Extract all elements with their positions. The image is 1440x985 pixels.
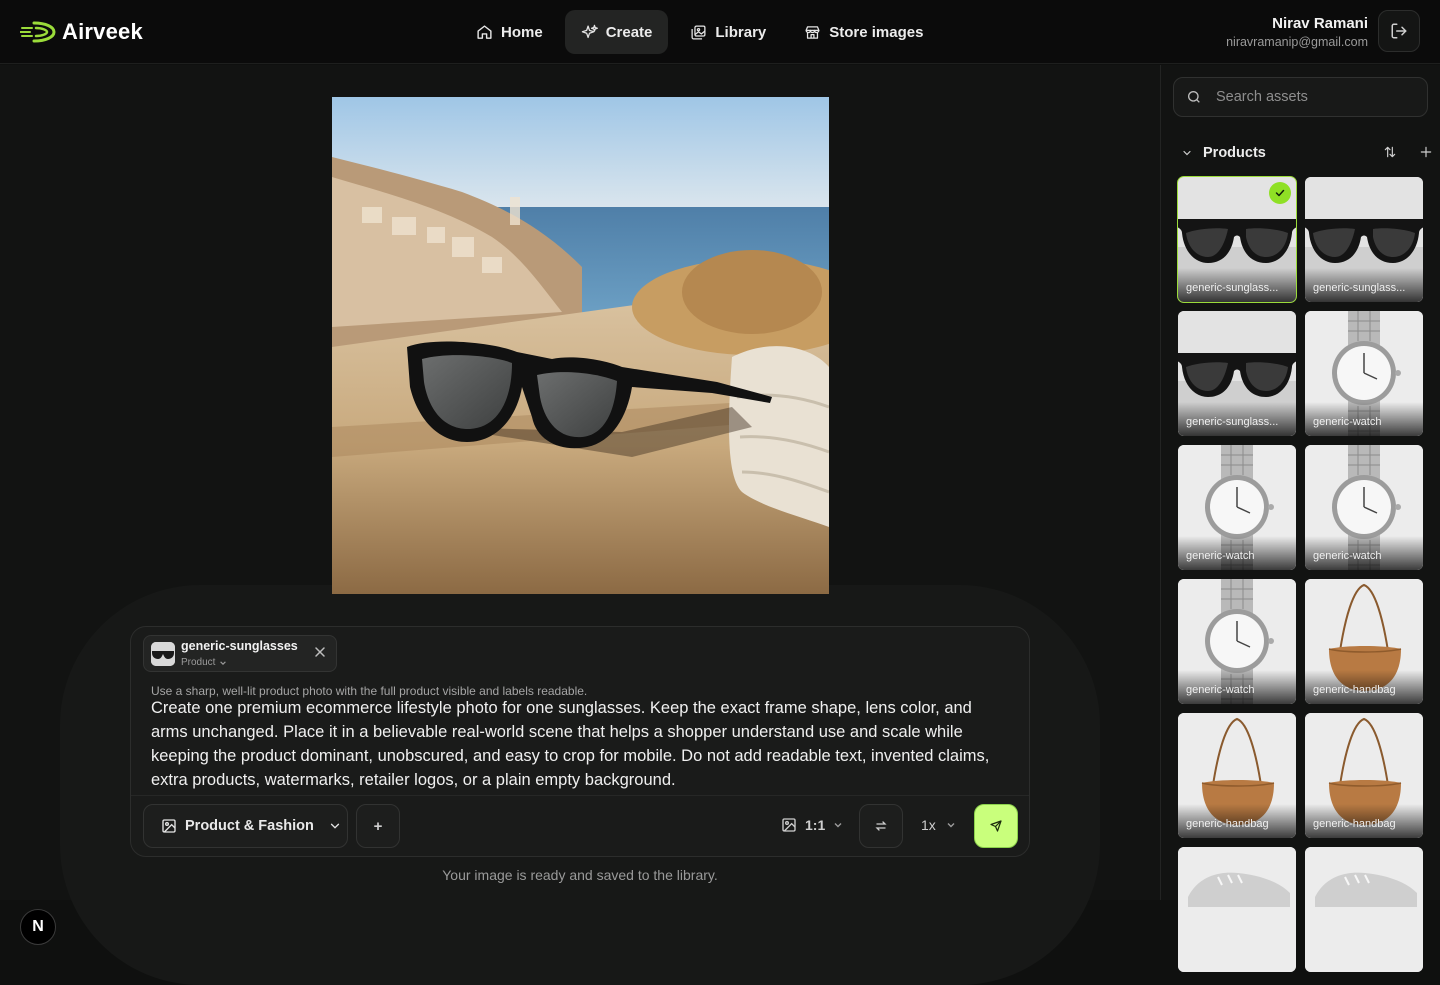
asset-caption: generic-handbag [1305, 804, 1423, 838]
logout-icon [1391, 23, 1407, 39]
send-icon [990, 820, 1002, 832]
asset-name: generic-sunglass... [1313, 282, 1406, 294]
asset-tile[interactable]: generic-watch [1178, 579, 1296, 704]
user-name: Nirav Ramani [1272, 15, 1368, 32]
nav-create-label: Create [605, 23, 653, 41]
asset-tile[interactable]: generic-sunglass... [1178, 311, 1296, 436]
product-chip-thumbnail [151, 641, 175, 666]
brand-name: Airveek [62, 19, 143, 44]
search-icon [1188, 91, 1200, 103]
asset-search[interactable] [1173, 77, 1428, 117]
asset-tile[interactable]: generic-watch [1305, 445, 1423, 570]
chevron-down-icon [947, 823, 955, 828]
nav-home[interactable]: Home [460, 10, 559, 54]
add-attachment-button[interactable]: + [356, 804, 400, 848]
image-icon [162, 819, 176, 833]
output-count-value: 1x [921, 817, 936, 833]
product-chip-type[interactable]: Product [181, 657, 227, 668]
product-chip[interactable]: generic-sunglasses Product [143, 635, 337, 672]
nav-store-images[interactable]: Store images [788, 10, 939, 54]
asset-tile[interactable]: generic-sunglass... [1177, 176, 1297, 303]
top-bar: Airveek Home Create Library Store images… [0, 0, 1440, 64]
home-icon [477, 24, 492, 39]
sort-icon[interactable] [1383, 145, 1397, 159]
generated-image-art [332, 97, 829, 594]
asset-caption: generic-watch [1305, 536, 1423, 570]
main-canvas: generic-sunglasses Product Use a sharp, … [0, 65, 1160, 985]
asset-tile[interactable] [1305, 847, 1423, 972]
check-icon [1269, 182, 1291, 204]
send-button[interactable] [974, 804, 1018, 848]
product-chip-type-label: Product [181, 657, 216, 668]
asset-caption: generic-handbag [1178, 804, 1296, 838]
asset-caption: generic-handbag [1305, 670, 1423, 704]
library-icon [691, 24, 706, 40]
search-input[interactable] [1216, 89, 1406, 105]
composer-divider [131, 795, 1029, 796]
image-icon [782, 818, 796, 832]
asset-tile[interactable]: generic-watch [1305, 311, 1423, 436]
asset-tile[interactable]: generic-handbag [1305, 579, 1423, 704]
prompt-composer: generic-sunglasses Product Use a sharp, … [130, 626, 1030, 857]
main-nav: Home Create Library Store images [460, 10, 939, 54]
nav-library-label: Library [715, 23, 767, 41]
chevron-down-icon [1183, 150, 1191, 156]
logout-button[interactable] [1378, 10, 1420, 52]
chevron-down-icon [834, 823, 842, 828]
plus-icon[interactable] [1419, 145, 1433, 159]
prompt-input[interactable]: Create one premium ecommerce lifestyle p… [151, 696, 1011, 792]
plus-icon: + [373, 817, 383, 835]
output-count-select[interactable]: 1x [921, 817, 956, 833]
asset-name: generic-watch [1313, 550, 1382, 562]
store-icon [805, 25, 820, 39]
nav-library[interactable]: Library [674, 10, 782, 54]
products-section-label: Products [1203, 145, 1266, 161]
asset-tile[interactable] [1178, 847, 1296, 972]
asset-name: generic-handbag [1313, 684, 1396, 696]
logo-mark-icon [20, 21, 56, 43]
user-info: Nirav Ramani niravramanip@gmail.com [1226, 15, 1368, 49]
nav-create[interactable]: Create [564, 10, 669, 54]
nav-home-label: Home [501, 23, 543, 41]
asset-caption: generic-sunglass... [1305, 268, 1423, 302]
chevron-down-icon [220, 660, 227, 665]
asset-caption: generic-watch [1178, 536, 1296, 570]
assets-sidebar: Products generic-sunglass...generic-sung… [1160, 65, 1440, 972]
swap-button[interactable] [859, 804, 903, 848]
status-message: Your image is ready and saved to the lib… [442, 867, 718, 883]
asset-tile[interactable]: generic-handbag [1305, 713, 1423, 838]
asset-name: generic-watch [1313, 416, 1382, 428]
asset-tile[interactable]: generic-sunglass... [1305, 177, 1423, 302]
brand-logo[interactable]: Airveek [20, 19, 143, 45]
dev-badge[interactable]: N [20, 909, 56, 945]
aspect-ratio-select[interactable]: 1:1 [781, 817, 843, 833]
close-icon[interactable] [314, 646, 326, 658]
aspect-ratio-value: 1:1 [805, 817, 826, 833]
asset-name: generic-sunglass... [1186, 282, 1279, 294]
asset-caption: generic-sunglass... [1178, 402, 1296, 436]
asset-caption: generic-watch [1178, 670, 1296, 704]
user-email: niravramanip@gmail.com [1226, 35, 1368, 49]
asset-name: generic-handbag [1313, 818, 1396, 830]
sparkles-icon [581, 24, 598, 38]
asset-grid: generic-sunglass... generic-sunglass... ge… [1177, 176, 1426, 972]
asset-tile[interactable]: generic-watch [1178, 445, 1296, 570]
asset-name: generic-watch [1186, 684, 1255, 696]
asset-name: generic-handbag [1186, 818, 1269, 830]
swap-icon [875, 821, 887, 831]
asset-caption: generic-watch [1305, 402, 1423, 436]
product-chip-title: generic-sunglasses [181, 639, 298, 653]
category-select[interactable]: Product & Fashion [143, 804, 348, 848]
products-section-header[interactable]: Products [1181, 143, 1433, 163]
category-label: Product & Fashion [185, 818, 314, 834]
sneaker-thumbnail [1178, 847, 1296, 972]
sneaker-thumbnail [1305, 847, 1423, 972]
asset-name: generic-watch [1186, 550, 1255, 562]
chevron-down-icon [330, 823, 340, 829]
nav-store-images-label: Store images [829, 23, 924, 41]
asset-name: generic-sunglass... [1186, 416, 1279, 428]
asset-tile[interactable]: generic-handbag [1178, 713, 1296, 838]
generated-image[interactable] [332, 97, 829, 594]
asset-caption: generic-sunglass... [1178, 268, 1296, 302]
